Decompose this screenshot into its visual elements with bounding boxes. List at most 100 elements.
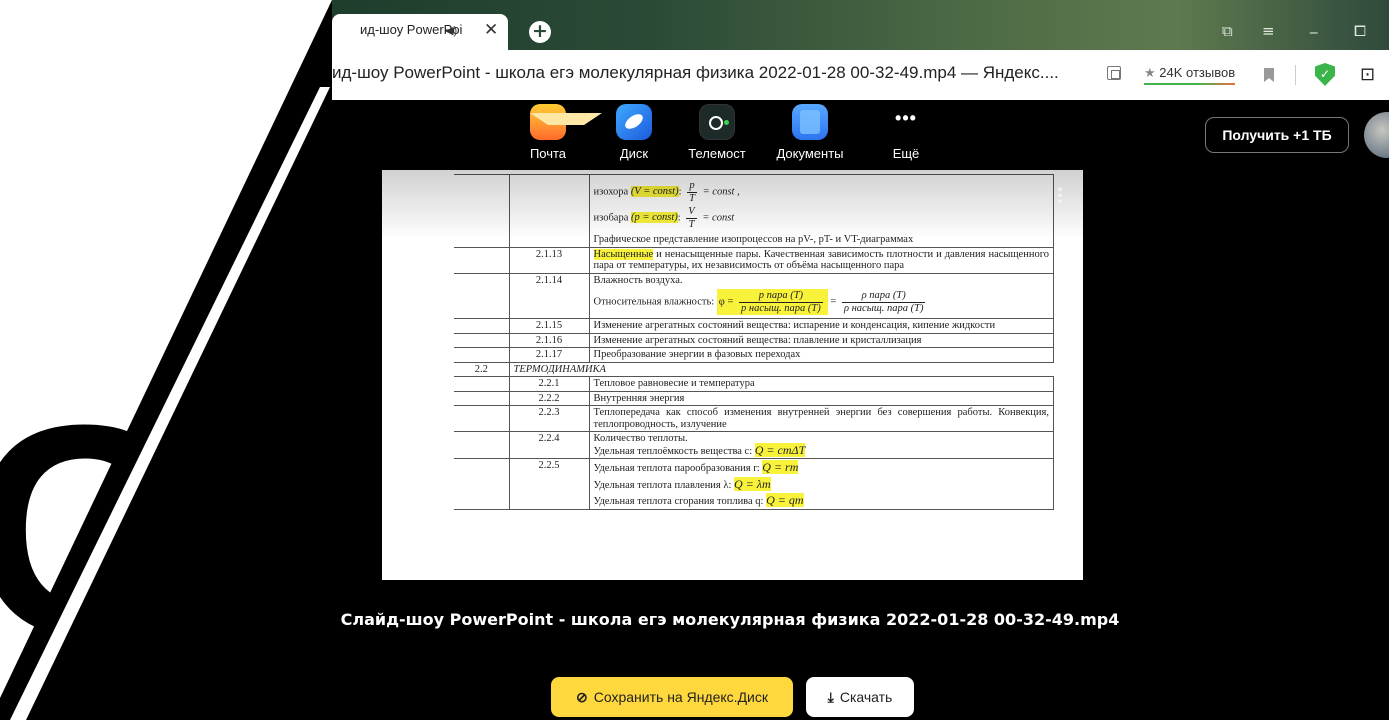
browser-tab-active[interactable]: ид-шоу PowerPoi ◀) ✕ — [332, 14, 508, 50]
tabs-overview-icon[interactable]: ⧉ — [1222, 22, 1233, 40]
tab-close-icon[interactable]: ✕ — [484, 20, 498, 40]
doc-highlight: (p = const) — [631, 212, 678, 224]
doc-highlight: Насыщенные — [593, 248, 654, 260]
doc-cell-number: 2.2.1 — [508, 376, 590, 392]
new-tab-button[interactable]: + — [529, 21, 551, 43]
toolbar-divider — [1295, 65, 1296, 85]
reviews-label: 24K отзывов — [1159, 65, 1236, 80]
doc-text: Относительная влажность: — [593, 296, 715, 308]
page-title-in-address[interactable]: ид-шоу PowerPoint - школа егэ молекулярн… — [332, 63, 1059, 83]
doc-text: Удельная теплота сгорания топлива q: — [593, 496, 764, 507]
doc-text: Количество теплоты. — [593, 433, 688, 444]
service-telemost[interactable]: Телемост — [674, 104, 760, 161]
doc-cell-number: 2.1.16 — [508, 332, 590, 348]
doc-text: = const , — [702, 186, 740, 198]
download-icon: ⤓ — [827, 689, 834, 705]
doc-highlight: Q = qm — [766, 493, 804, 507]
more-options-icon[interactable]: • • • — [1057, 183, 1063, 211]
document-table: изохора (V = const): pT = const , изобар… — [454, 174, 1054, 510]
service-label: Диск — [619, 146, 649, 161]
doc-formula: pT — [687, 180, 697, 204]
service-disk[interactable]: Диск — [594, 104, 674, 161]
service-label: Документы — [776, 146, 844, 161]
get-storage-button[interactable]: Получить +1 ТБ — [1205, 117, 1349, 153]
restore-icon[interactable]: ⧠ — [1354, 22, 1366, 40]
table-row: 2.2.2 Внутренняя энергия — [454, 390, 1054, 406]
doc-cell-number: 2.1.15 — [508, 318, 590, 334]
service-label: Телемост — [688, 146, 746, 161]
doc-text: Удельная теплоёмкость вещества c: — [593, 445, 753, 457]
tab-audio-icon[interactable]: ◀) — [445, 24, 457, 37]
reviews-link[interactable]: ★ 24K отзывов — [1144, 65, 1236, 85]
documents-icon — [792, 104, 828, 140]
protect-shield-icon[interactable]: ✓ — [1315, 63, 1335, 86]
doc-cell-number: 2.1.17 — [508, 347, 590, 363]
address-bar[interactable]: ид-шоу PowerPoint - школа егэ молекулярн… — [332, 50, 1389, 100]
video-preview[interactable]: • • • изохора (V = const): pT = const , из… — [382, 170, 1083, 580]
doc-highlight: (V = const) — [630, 186, 679, 198]
video-title: Слайд-шоу PowerPoint - школа егэ молекул… — [340, 610, 1120, 629]
doc-text: Влажность воздуха. — [593, 274, 683, 286]
download-button[interactable]: ⤓ Скачать — [806, 677, 914, 717]
table-row: 2.2.5 Удельная теплота парообразования r… — [454, 458, 1054, 510]
doc-text: Удельная теплота парообразования r: — [593, 463, 760, 474]
table-row: 2.1.15 Изменение агрегатных состояний ве… — [454, 318, 1054, 334]
copy-icon[interactable] — [1107, 66, 1121, 80]
save-label: Сохранить на Яндекс.Диск — [593, 689, 768, 705]
table-row: 2.2.1 Тепловое равновесие и температура — [454, 376, 1054, 392]
doc-text: Преобразование энергии в фазовых переход… — [588, 347, 1054, 363]
doc-cell-number: 2.2.3 — [508, 405, 590, 432]
doc-highlight: Q = cmΔT — [754, 442, 806, 457]
service-more[interactable]: ••• Ещё — [860, 104, 952, 161]
telemost-icon — [699, 104, 735, 140]
table-row: 2.1.13 Насыщенные и ненасыщенные пары. К… — [454, 246, 1054, 274]
service-mail[interactable]: Почта — [502, 104, 602, 161]
doc-cell-number: 2.1.14 — [508, 272, 590, 319]
doc-text: = — [830, 296, 837, 308]
save-to-disk-button[interactable]: ⊘ Сохранить на Яндекс.Диск — [551, 677, 793, 717]
extension-icon[interactable]: ⊡ — [1360, 64, 1375, 85]
doc-highlight: Q = rm — [762, 460, 799, 474]
doc-text: Графическое представление изопроцессов н… — [593, 234, 914, 245]
table-row: 2.2.4 Количество теплоты. Удельная тепло… — [454, 431, 1054, 459]
doc-cell-number: 2.1.13 — [508, 246, 590, 274]
download-label: Скачать — [839, 689, 893, 705]
table-row: 2.2.3 Теплопередача как способ изменения… — [454, 405, 1054, 432]
services-nav: Почта Диск Телемост Документы ••• Ещё — [502, 104, 952, 161]
doc-cell-number: 2.2 — [454, 361, 510, 377]
browser-tab-strip: ид-шоу PowerPoi ◀) ✕ + ⧉ ≡ _ ⧠ — [332, 0, 1389, 50]
doc-formula: VT — [686, 206, 697, 230]
doc-text: Теплопередача как способ изменения внутр… — [588, 405, 1054, 432]
doc-cell-number: 2.2.4 — [508, 431, 590, 459]
star-icon: ★ — [1144, 65, 1156, 80]
table-row: 2.1.17 Преобразование энергии в фазовых … — [454, 347, 1054, 363]
mail-icon — [530, 104, 602, 140]
doc-text: = const — [702, 212, 735, 224]
doc-section-title: ТЕРМОДИНАМИКА — [508, 361, 1054, 377]
bookmark-icon[interactable] — [1264, 68, 1274, 82]
doc-cell-number: 2.2.5 — [508, 458, 590, 510]
table-row: 2.1.14 Влажность воздуха. Относительная … — [454, 272, 1054, 319]
minimize-icon[interactable]: _ — [1310, 16, 1318, 34]
table-row: изохора (V = const): pT = const , изобар… — [454, 174, 1054, 248]
doc-text: изохора — [593, 186, 629, 198]
doc-text: Внутренняя энергия — [588, 390, 1054, 406]
more-icon: ••• — [895, 108, 917, 128]
doc-text: Изменение агрегатных состояний вещества:… — [588, 318, 1054, 334]
doc-text: изобара — [593, 212, 629, 224]
doc-text: Тепловое равновесие и температура — [588, 376, 1054, 392]
doc-text: Изменение агрегатных состояний вещества:… — [588, 332, 1054, 348]
doc-highlight: φ = p пара (T) p насыщ. пара (T) — [716, 289, 828, 315]
service-label: Ещё — [892, 146, 920, 161]
disk-icon: ⊘ — [576, 689, 588, 705]
table-row: 2.1.16 Изменение агрегатных состояний ве… — [454, 332, 1054, 348]
browser-menu-icon[interactable]: ≡ — [1262, 22, 1275, 40]
doc-formula: ρ пара (T) ρ насыщ. пара (T) — [841, 290, 926, 314]
service-documents[interactable]: Документы — [760, 104, 860, 161]
doc-text: Удельная теплота плавления λ: — [593, 479, 732, 491]
doc-text: и ненасыщенные пары. Качественная зависи… — [593, 248, 1050, 272]
doc-highlight: Q = λm — [734, 476, 771, 491]
table-row: 2.2 ТЕРМОДИНАМИКА — [454, 361, 1054, 377]
service-label: Почта — [529, 146, 567, 161]
doc-cell-number: 2.2.2 — [508, 390, 590, 406]
